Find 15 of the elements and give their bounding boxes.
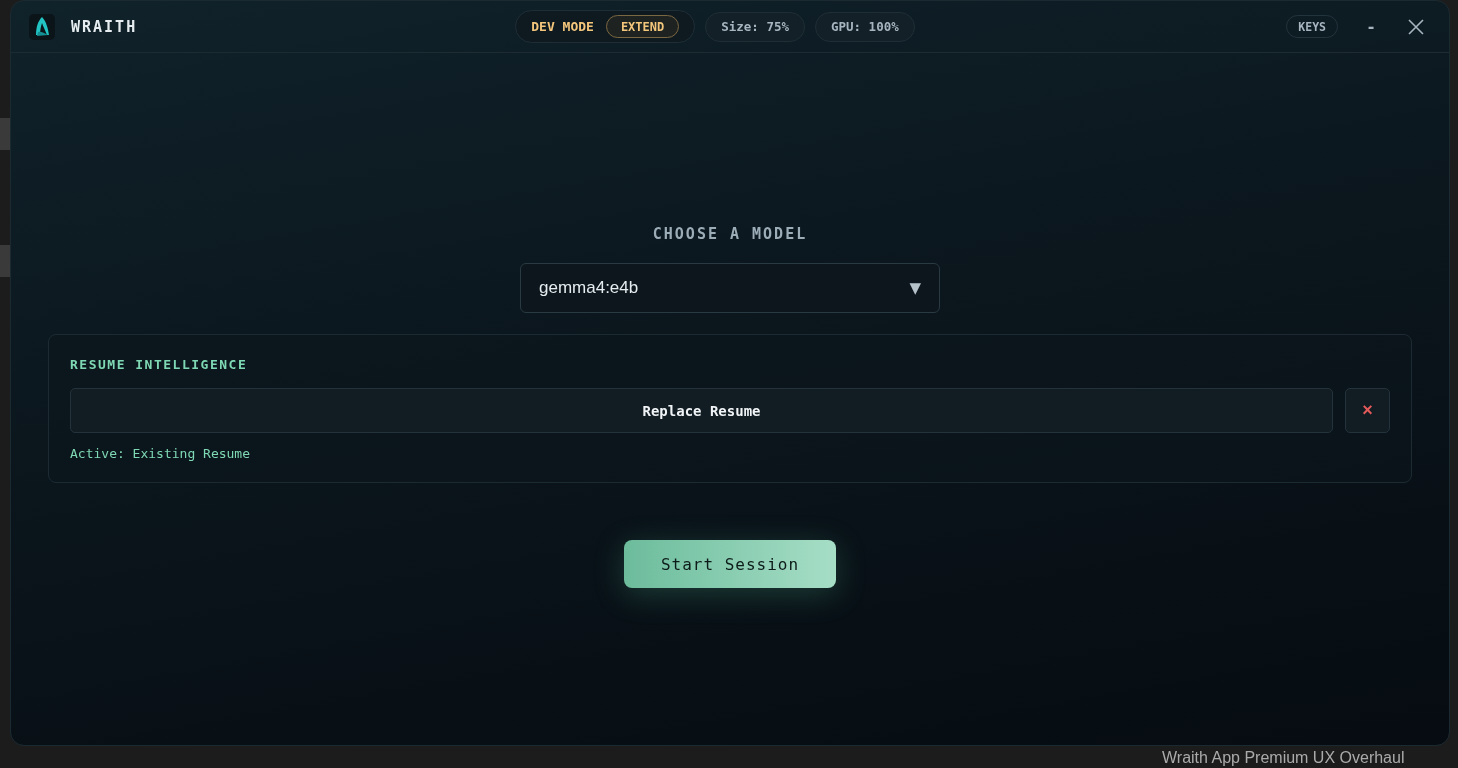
stat-pill: GPU: 100% (815, 11, 915, 42)
resume-status: Active: Existing Resume (70, 446, 251, 461)
dev-mode-label: DEV MODE (531, 19, 594, 34)
app-title: WRAITH (71, 17, 138, 36)
replace-resume-button[interactable]: Replace Resume (70, 388, 1333, 433)
model-heading: CHOOSE A MODEL (652, 225, 808, 243)
start-session-button[interactable]: Start Session (624, 540, 836, 588)
close-icon (1407, 17, 1425, 36)
minimize-button[interactable]: - (1356, 11, 1386, 42)
extend-button[interactable]: EXTEND (605, 15, 680, 38)
model-select[interactable]: gemma4:e4b ▼ (520, 263, 940, 313)
stat-pill: Size: 75% (705, 11, 805, 42)
resume-heading: RESUME INTELLIGENCE (70, 357, 249, 372)
remove-resume-button[interactable]: × (1345, 388, 1390, 433)
background-title: Wraith App Premium UX Overhaul (1162, 748, 1405, 767)
